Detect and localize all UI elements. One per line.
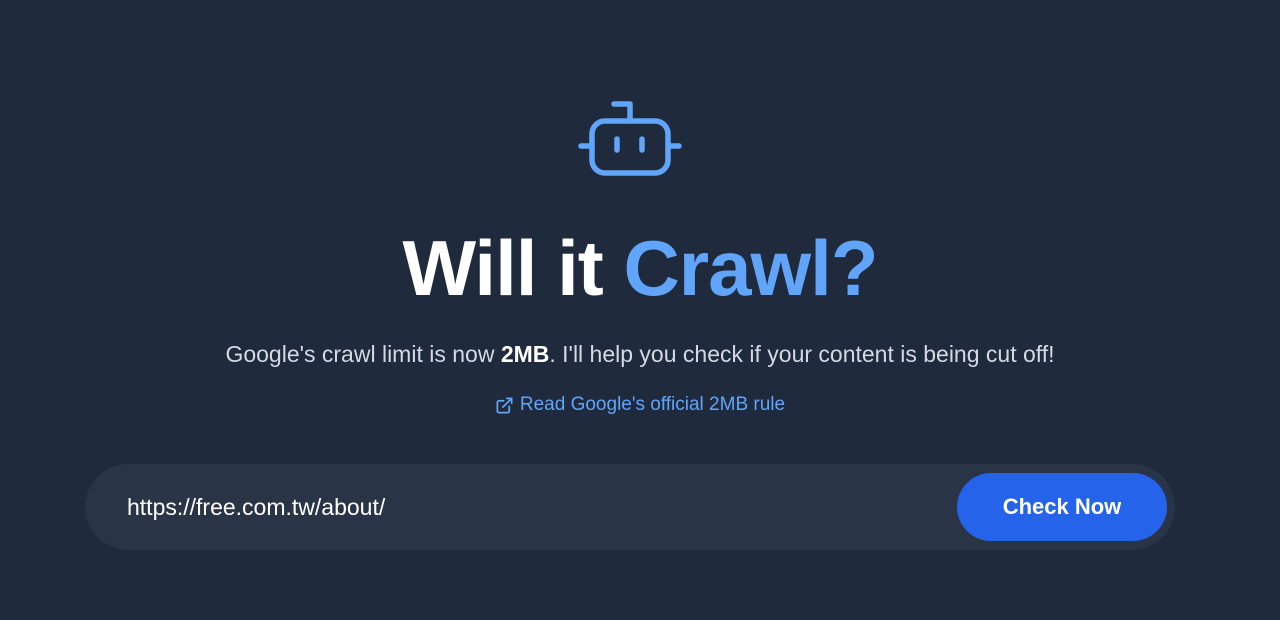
title-accent-text: Crawl? — [623, 224, 878, 312]
check-now-button[interactable]: Check Now — [957, 473, 1167, 541]
official-rule-link-label: Read Google's official 2MB rule — [519, 394, 786, 415]
rule-link-container: Read Google's official 2MB rule — [0, 393, 1280, 422]
subtitle-limit-value: 2MB — [500, 341, 550, 367]
url-input[interactable] — [127, 486, 937, 528]
robot-icon — [578, 101, 682, 176]
external-link-icon — [496, 397, 513, 413]
url-search-bar: Check Now — [85, 464, 1175, 550]
subtitle-text-before: Google's crawl limit is now — [225, 341, 501, 367]
subtitle: Google's crawl limit is now 2MB. I'll he… — [0, 339, 1280, 369]
subtitle-text-after: . I'll help you check if your content is… — [549, 341, 1055, 367]
official-rule-link[interactable]: Read Google's official 2MB rule — [495, 393, 785, 417]
page-title: Will it Crawl? — [0, 222, 1280, 314]
title-plain-text: Will it — [402, 224, 624, 312]
